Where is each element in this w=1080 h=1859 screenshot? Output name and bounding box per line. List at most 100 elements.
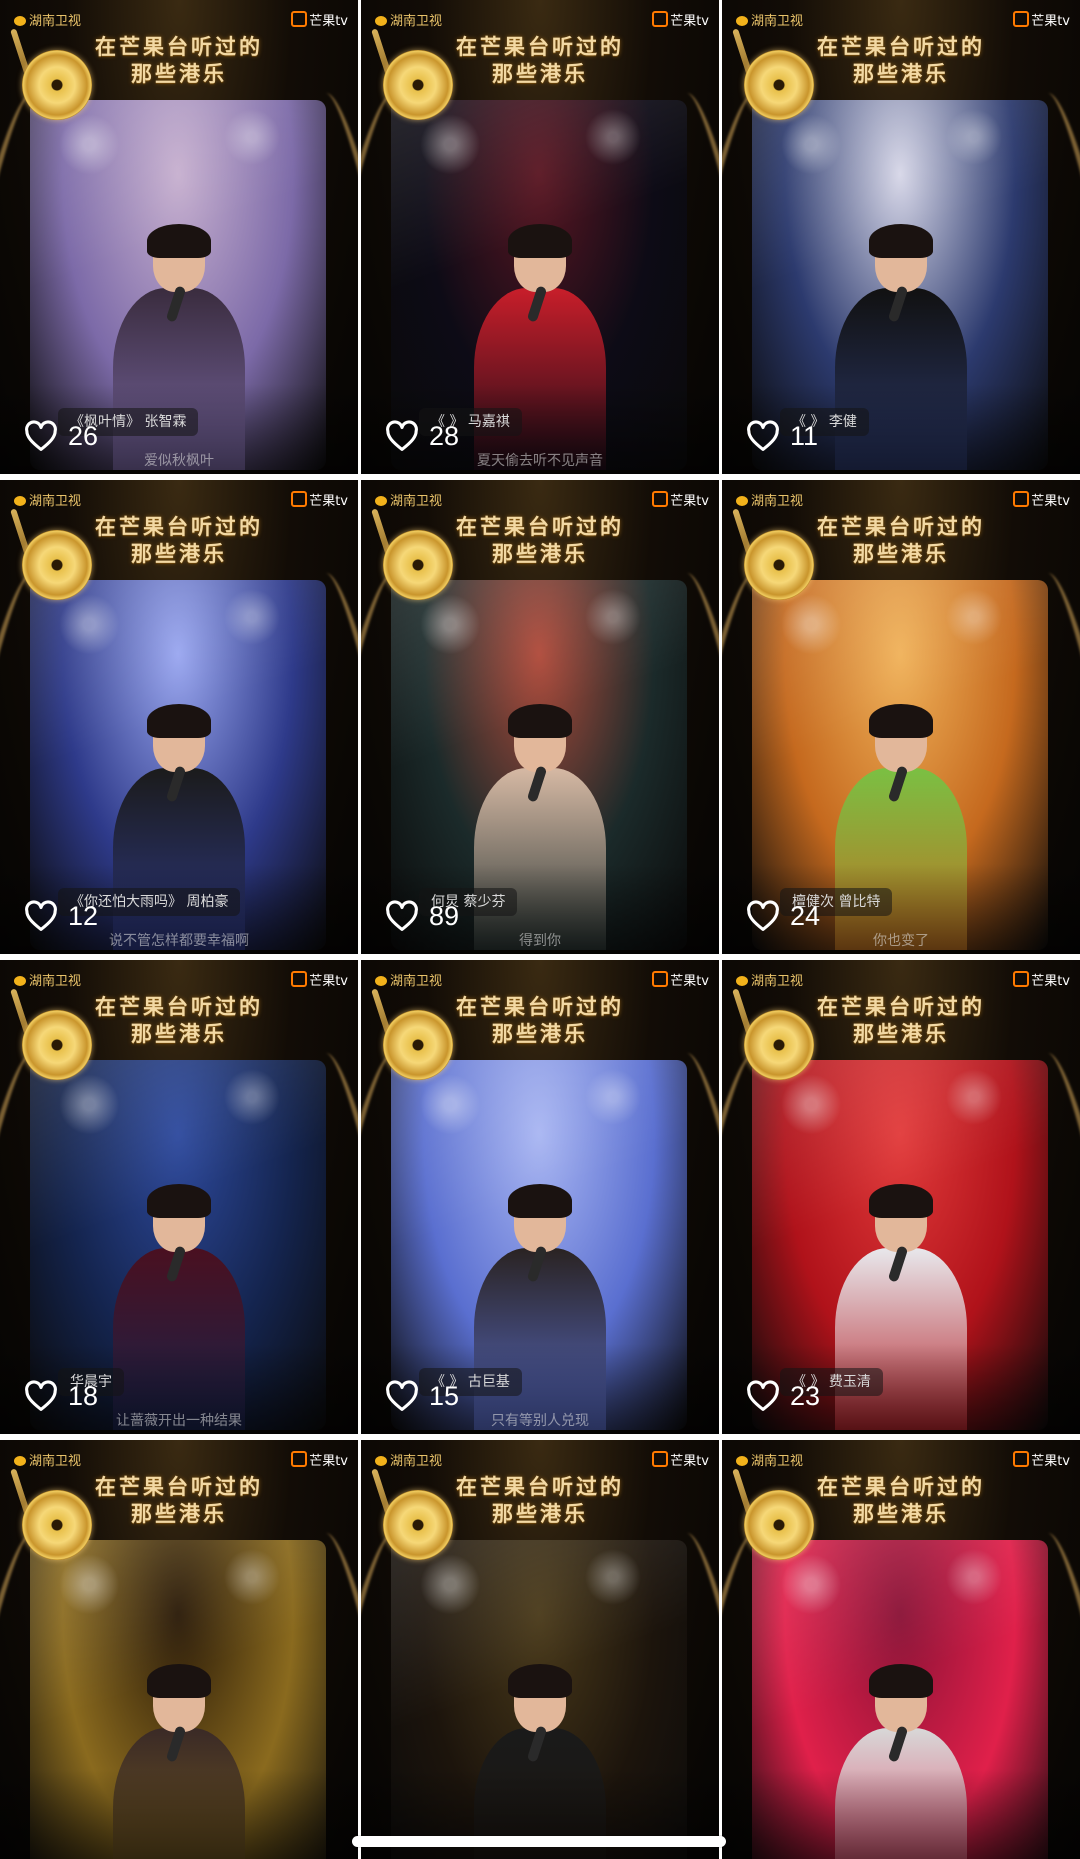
performer-hair	[869, 704, 933, 738]
video-card[interactable]: 湖南卫视 芒果tv 在芒果台听过的 那些港乐 《你还怕大雨吗》 周柏豪 说不管怎样都要幸福…	[0, 480, 358, 954]
mgtv-icon	[291, 971, 308, 987]
like-count-value: 89	[429, 900, 460, 931]
lyric-subtitle: 夏天偷去听不见声音	[477, 453, 603, 469]
gold-record-icon	[383, 530, 453, 600]
heart-outline-icon[interactable]	[24, 900, 68, 932]
app-logo-text: 芒果tv	[1031, 494, 1070, 509]
app-logo-text: 芒果tv	[309, 14, 348, 29]
app-logo: 芒果tv	[1013, 1450, 1070, 1469]
like-count[interactable]: 11	[746, 420, 818, 452]
mango-icon	[736, 1456, 748, 1466]
app-logo-text: 芒果tv	[670, 1454, 709, 1469]
like-count[interactable]: 24	[746, 900, 820, 932]
mgtv-icon	[652, 1451, 669, 1467]
gold-record-icon	[383, 1490, 453, 1560]
video-card[interactable]: 湖南卫视 芒果tv 在芒果台听过的 那些港乐 何炅 蔡少芬 得到你 89	[361, 480, 719, 954]
like-count-value: 11	[790, 420, 819, 451]
app-logo: 芒果tv	[652, 970, 709, 989]
like-count[interactable]: 12	[24, 900, 98, 932]
channel-logo-text: 湖南卫视	[390, 14, 443, 29]
channel-logo-text: 湖南卫视	[390, 1454, 443, 1469]
mgtv-icon	[1013, 491, 1030, 507]
mango-icon	[14, 976, 26, 986]
lyric-subtitle: 得到你	[519, 933, 561, 949]
like-count[interactable]: 89	[385, 900, 459, 932]
mango-icon	[375, 1456, 387, 1466]
like-count-value: 28	[429, 420, 460, 451]
performer-hair	[508, 1664, 572, 1698]
video-card[interactable]: 湖南卫视 芒果tv 在芒果台听过的 那些港乐	[722, 1440, 1080, 1859]
gold-record-icon	[383, 50, 453, 120]
gold-record-icon	[383, 1010, 453, 1080]
app-logo-text: 芒果tv	[1031, 1454, 1070, 1469]
performer-hair	[869, 1184, 933, 1218]
like-count-value: 15	[429, 1380, 460, 1411]
video-card[interactable]: 湖南卫视 芒果tv 在芒果台听过的 那些港乐 华晨宇 让蔷薇开出一种结果 18	[0, 960, 358, 1434]
like-count[interactable]: 28	[385, 420, 459, 452]
mango-icon	[375, 496, 387, 506]
home-indicator[interactable]	[352, 1836, 726, 1847]
app-logo-text: 芒果tv	[309, 494, 348, 509]
channel-logo-text: 湖南卫视	[751, 974, 804, 989]
performer-hair	[869, 224, 933, 258]
like-count-value: 26	[68, 420, 99, 451]
app-logo-text: 芒果tv	[670, 974, 709, 989]
channel-logo: 湖南卫视	[736, 490, 803, 509]
like-count[interactable]: 15	[385, 1380, 459, 1412]
like-count-value: 12	[68, 900, 99, 931]
gold-record-icon	[744, 1490, 814, 1560]
video-grid: 湖南卫视 芒果tv 在芒果台听过的 那些港乐 《枫叶情》 张智霖 爱似秋枫叶 26 湖南卫视芒…	[0, 0, 1080, 1859]
channel-logo: 湖南卫视	[14, 10, 81, 29]
app-logo: 芒果tv	[291, 1450, 348, 1469]
channel-logo: 湖南卫视	[14, 490, 81, 509]
heart-outline-icon[interactable]	[746, 420, 790, 452]
app-logo: 芒果tv	[652, 1450, 709, 1469]
app-logo-text: 芒果tv	[1031, 974, 1070, 989]
like-count[interactable]: 23	[746, 1380, 820, 1412]
heart-outline-icon[interactable]	[385, 900, 429, 932]
channel-logo: 湖南卫视	[736, 970, 803, 989]
lyric-subtitle: 你也变了	[873, 933, 929, 949]
app-logo: 芒果tv	[291, 490, 348, 509]
like-count[interactable]: 18	[24, 1380, 98, 1412]
heart-outline-icon[interactable]	[24, 1380, 68, 1412]
gold-record-icon	[744, 1010, 814, 1080]
heart-outline-icon[interactable]	[746, 900, 790, 932]
mango-icon	[14, 496, 26, 506]
heart-outline-icon[interactable]	[746, 1380, 790, 1412]
video-card[interactable]: 湖南卫视 芒果tv 在芒果台听过的 那些港乐 《枫叶情》 张智霖 爱似秋枫叶 26	[0, 0, 358, 474]
lyric-subtitle: 爱似秋枫叶	[144, 453, 214, 469]
performer-hair	[508, 1184, 572, 1218]
app-logo: 芒果tv	[1013, 970, 1070, 989]
bottom-shade	[722, 1769, 1080, 1859]
mango-icon	[14, 1456, 26, 1466]
video-card[interactable]: 湖南卫视 芒果tv 在芒果台听过的 那些港乐	[0, 1440, 358, 1859]
video-card[interactable]: 湖南卫视 芒果tv 在芒果台听过的 那些港乐《 》 古巨基 只有等别人兑现 15	[361, 960, 719, 1434]
like-count-value: 24	[790, 900, 821, 931]
lyric-subtitle: 让蔷薇开出一种结果	[116, 1413, 242, 1429]
video-card[interactable]: 湖南卫视 芒果tv 在芒果台听过的 那些港乐《 》 李健 11	[722, 0, 1080, 474]
heart-outline-icon[interactable]	[385, 1380, 429, 1412]
mgtv-icon	[291, 491, 308, 507]
video-card[interactable]: 湖南卫视 芒果tv 在芒果台听过的 那些港乐《 》 马嘉祺 夏天偷去听不见声音 28	[361, 0, 719, 474]
heart-outline-icon[interactable]	[385, 420, 429, 452]
channel-logo: 湖南卫视	[375, 10, 442, 29]
performer-hair	[869, 1664, 933, 1698]
app-logo: 芒果tv	[291, 970, 348, 989]
heart-outline-icon[interactable]	[24, 420, 68, 452]
channel-logo: 湖南卫视	[375, 970, 442, 989]
app-logo: 芒果tv	[291, 10, 348, 29]
gold-record-icon	[22, 1010, 92, 1080]
video-card[interactable]: 湖南卫视 芒果tv 在芒果台听过的 那些港乐 檀健次 曾比特 你也变了 24	[722, 480, 1080, 954]
performer-hair	[508, 704, 572, 738]
gold-record-icon	[744, 50, 814, 120]
mgtv-icon	[652, 491, 669, 507]
channel-logo-text: 湖南卫视	[751, 494, 804, 509]
channel-logo-text: 湖南卫视	[29, 14, 82, 29]
channel-logo: 湖南卫视	[14, 1450, 81, 1469]
like-count[interactable]: 26	[24, 420, 98, 452]
video-card[interactable]: 湖南卫视 芒果tv 在芒果台听过的 那些港乐	[361, 1440, 719, 1859]
video-card[interactable]: 湖南卫视 芒果tv 在芒果台听过的 那些港乐《 》 费玉清 23	[722, 960, 1080, 1434]
performer-hair	[147, 1664, 211, 1698]
app-logo: 芒果tv	[652, 10, 709, 29]
